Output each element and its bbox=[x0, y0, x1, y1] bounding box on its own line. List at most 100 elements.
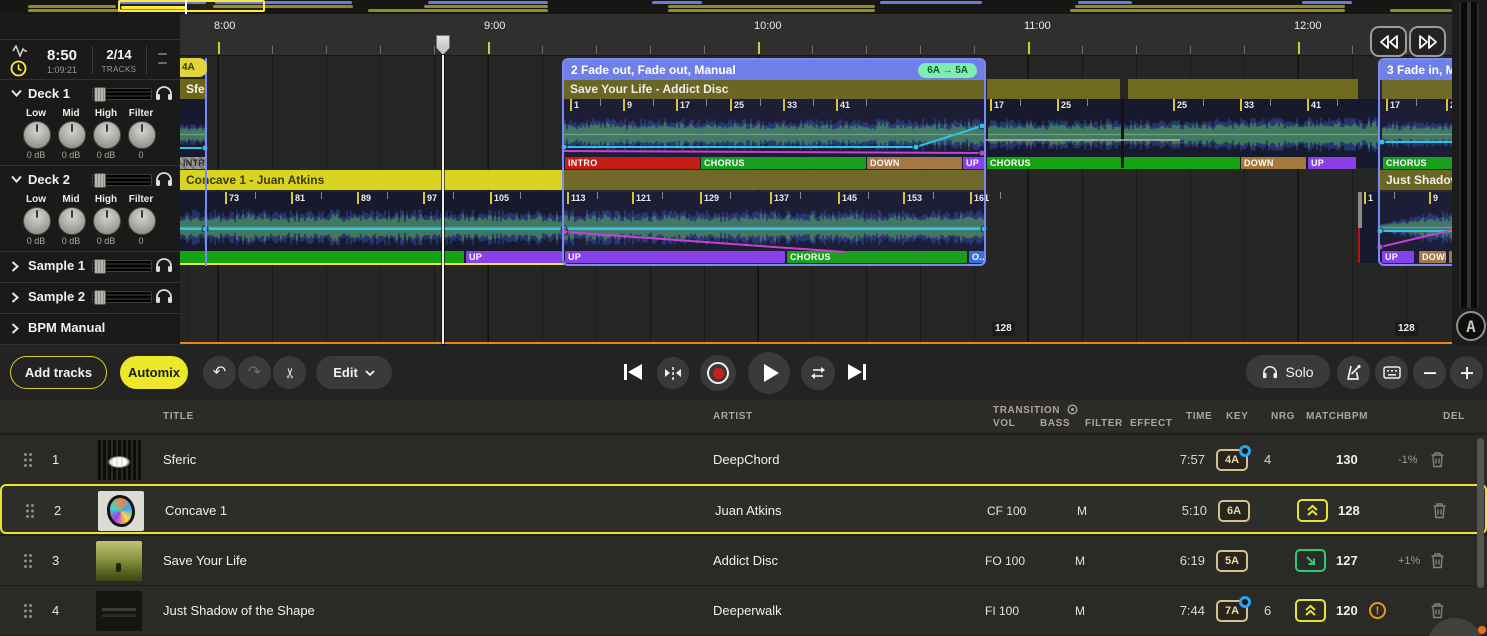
cue-headphones-button[interactable] bbox=[155, 171, 173, 187]
delete-track-button[interactable] bbox=[1430, 451, 1445, 468]
bpm-value[interactable]: 127 bbox=[1336, 553, 1358, 568]
slider-thumb[interactable] bbox=[94, 259, 106, 274]
playhead-line[interactable] bbox=[442, 55, 444, 344]
record-button[interactable] bbox=[700, 355, 736, 391]
track-row[interactable]: 2Concave 1Juan AtkinsCF 100M5:106A128 bbox=[0, 484, 1487, 534]
time-ruler[interactable]: 8:009:0010:0011:0012:00 bbox=[180, 14, 1452, 56]
transition-vol-value[interactable]: FO 100 bbox=[985, 554, 1025, 568]
clip-title-save-continuation[interactable] bbox=[1128, 79, 1358, 99]
panel-label[interactable]: Sample 2 bbox=[28, 289, 85, 304]
tracklist-scrollbar[interactable] bbox=[1477, 438, 1484, 588]
low-knob[interactable] bbox=[23, 121, 51, 149]
timeline-minimap[interactable] bbox=[0, 0, 1452, 15]
bpm-warning-icon[interactable]: ! bbox=[1369, 602, 1386, 619]
mid-knob[interactable] bbox=[58, 121, 86, 149]
transition-header[interactable]: 3 Fade in, M bbox=[1380, 60, 1452, 80]
key-badge[interactable]: 4A bbox=[1216, 449, 1248, 471]
delete-track-button[interactable] bbox=[1430, 552, 1445, 569]
transition-vol-value[interactable]: FI 100 bbox=[985, 604, 1019, 618]
seek-forward-button[interactable] bbox=[1409, 26, 1446, 57]
track-row[interactable]: 1SfericDeepChord7:574A4130-1% bbox=[0, 434, 1487, 484]
drag-handle-icon[interactable] bbox=[23, 553, 33, 569]
volume-slider[interactable] bbox=[92, 88, 152, 100]
clip-title-concave[interactable]: Concave 1 - Juan Atkins bbox=[180, 170, 562, 190]
panel-label[interactable]: Deck 1 bbox=[28, 86, 70, 101]
cue-headphones-button[interactable] bbox=[155, 288, 173, 304]
volume-slider[interactable] bbox=[92, 174, 152, 186]
bpm-value[interactable]: 130 bbox=[1336, 452, 1358, 467]
key-badge[interactable]: 7A bbox=[1216, 600, 1248, 622]
chevron-down-icon[interactable] bbox=[11, 175, 21, 185]
panel-label[interactable]: BPM Manual bbox=[28, 320, 105, 335]
transition-clip-2[interactable]: 2 Fade out, Fade out, Manual6A → 5A bbox=[562, 58, 986, 266]
panel-handle-icon[interactable] bbox=[158, 62, 167, 64]
arrangement-timeline[interactable]: 8:009:0010:0011:0012:00SferSave Your Lif… bbox=[180, 14, 1452, 345]
eye-icon[interactable] bbox=[1067, 404, 1078, 415]
seek-back-button[interactable] bbox=[1370, 26, 1407, 57]
song-section[interactable]: UP bbox=[1308, 157, 1356, 169]
zoom-in-button[interactable] bbox=[1450, 356, 1483, 389]
match-indicator[interactable] bbox=[1295, 549, 1326, 572]
filter-value[interactable]: M bbox=[1077, 504, 1087, 518]
song-section[interactable]: INTRO bbox=[180, 157, 206, 169]
chevron-right-icon[interactable] bbox=[11, 292, 21, 302]
low-knob[interactable] bbox=[23, 207, 51, 235]
transition-header[interactable]: 2 Fade out, Fade out, Manual6A → 5A bbox=[564, 60, 984, 80]
chevron-right-icon[interactable] bbox=[11, 323, 21, 333]
slider-thumb[interactable] bbox=[94, 87, 106, 102]
edit-menu-button[interactable]: Edit bbox=[316, 356, 392, 389]
match-indicator[interactable] bbox=[1297, 499, 1328, 522]
panel-label[interactable]: Sample 1 bbox=[28, 258, 85, 273]
track-row[interactable]: 4Just Shadow of the ShapeDeeperwalkFI 10… bbox=[0, 585, 1487, 635]
volume-slider[interactable] bbox=[92, 260, 152, 272]
panel-label[interactable]: Deck 2 bbox=[28, 172, 70, 187]
drag-handle-icon[interactable] bbox=[23, 452, 33, 468]
clip-start-handle[interactable] bbox=[1358, 192, 1362, 228]
clip-title-save-continuation[interactable] bbox=[987, 79, 1120, 99]
snap-playhead-button[interactable] bbox=[657, 357, 689, 389]
clip-title-sferic[interactable]: Sfer bbox=[180, 79, 207, 99]
match-indicator[interactable] bbox=[1295, 599, 1326, 622]
transition-vol-value[interactable]: CF 100 bbox=[987, 504, 1026, 518]
song-section[interactable] bbox=[180, 251, 464, 263]
slider-thumb[interactable] bbox=[94, 290, 106, 305]
transition-1-edge[interactable] bbox=[205, 58, 207, 266]
filter-value[interactable]: M bbox=[1075, 604, 1085, 618]
bpm-value[interactable]: 128 bbox=[1338, 503, 1360, 518]
cue-headphones-button[interactable] bbox=[155, 85, 173, 101]
song-section[interactable]: UP bbox=[466, 251, 562, 263]
cue-headphones-button[interactable] bbox=[155, 257, 173, 273]
bpm-value[interactable]: 120 bbox=[1336, 603, 1358, 618]
key-badge[interactable]: 5A bbox=[1216, 550, 1248, 572]
filter-value[interactable]: M bbox=[1075, 554, 1085, 568]
add-tracks-button[interactable]: Add tracks bbox=[10, 356, 107, 389]
metronome-button[interactable] bbox=[1337, 356, 1370, 389]
chevron-down-icon[interactable] bbox=[11, 89, 21, 99]
chevron-right-icon[interactable] bbox=[11, 261, 21, 271]
delete-track-button[interactable] bbox=[1430, 602, 1445, 619]
play-button[interactable] bbox=[748, 352, 790, 394]
bpm-change-marker[interactable]: 128 bbox=[1395, 322, 1418, 336]
drag-handle-icon[interactable] bbox=[25, 503, 35, 519]
split-button[interactable]: ✂ bbox=[273, 356, 306, 389]
bpm-change-marker[interactable]: 128 bbox=[992, 322, 1015, 336]
automix-button[interactable]: Automix bbox=[120, 356, 188, 389]
drag-handle-icon[interactable] bbox=[23, 603, 33, 619]
high-knob[interactable] bbox=[93, 121, 121, 149]
undo-button[interactable]: ↶ bbox=[203, 356, 236, 389]
loop-button[interactable] bbox=[801, 356, 835, 390]
filter-knob[interactable] bbox=[128, 121, 156, 149]
panel-handle-icon[interactable] bbox=[158, 53, 167, 55]
key-badge[interactable]: 6A bbox=[1218, 500, 1250, 522]
filter-knob[interactable] bbox=[128, 207, 156, 235]
minimap-viewport[interactable] bbox=[118, 0, 265, 12]
vertical-scrollbar[interactable] bbox=[1459, 2, 1479, 308]
skip-to-end-button[interactable] bbox=[846, 362, 868, 382]
redo-button[interactable]: ↷ bbox=[238, 356, 271, 389]
track-row[interactable]: 3Save Your LifeAddict DiscFO 100M6:195A1… bbox=[0, 535, 1487, 585]
solo-button[interactable]: Solo bbox=[1246, 355, 1330, 388]
zoom-out-button[interactable] bbox=[1413, 356, 1446, 389]
transition-clip-3[interactable]: 3 Fade in, M bbox=[1378, 58, 1452, 266]
skip-to-start-button[interactable] bbox=[622, 362, 644, 382]
volume-slider[interactable] bbox=[92, 291, 152, 303]
